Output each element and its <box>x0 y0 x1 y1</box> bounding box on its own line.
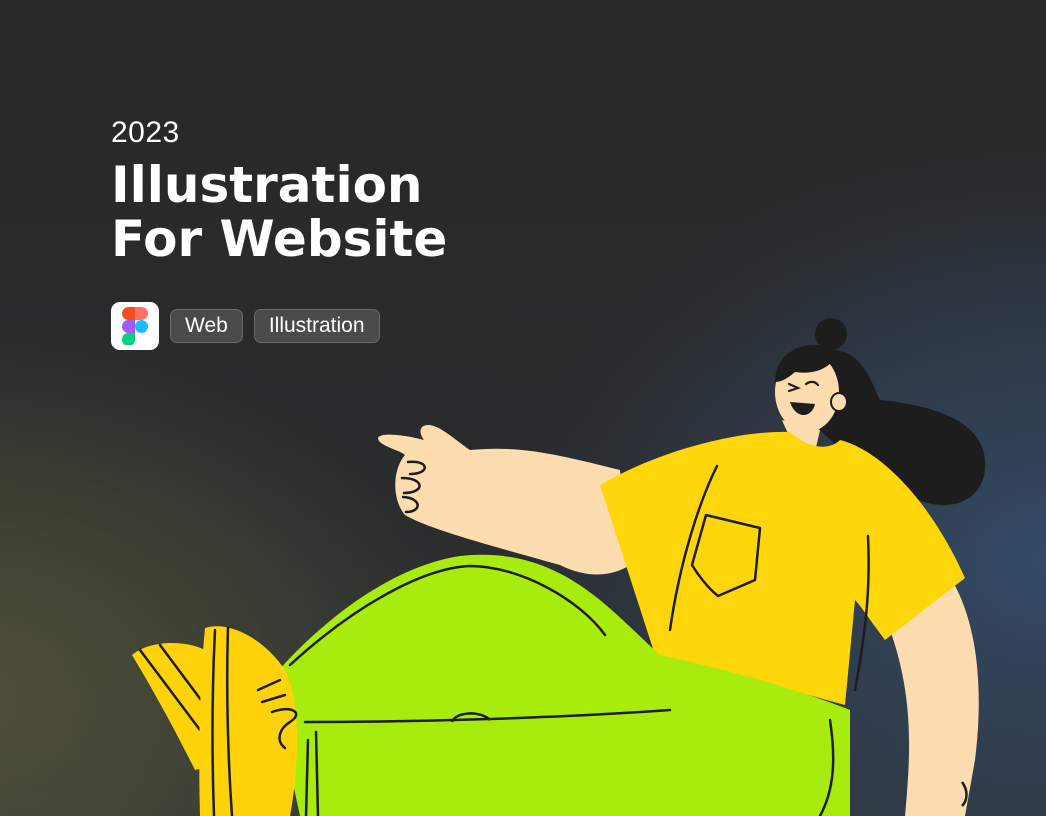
hair-bun <box>815 318 847 350</box>
person-illustration <box>132 318 986 816</box>
